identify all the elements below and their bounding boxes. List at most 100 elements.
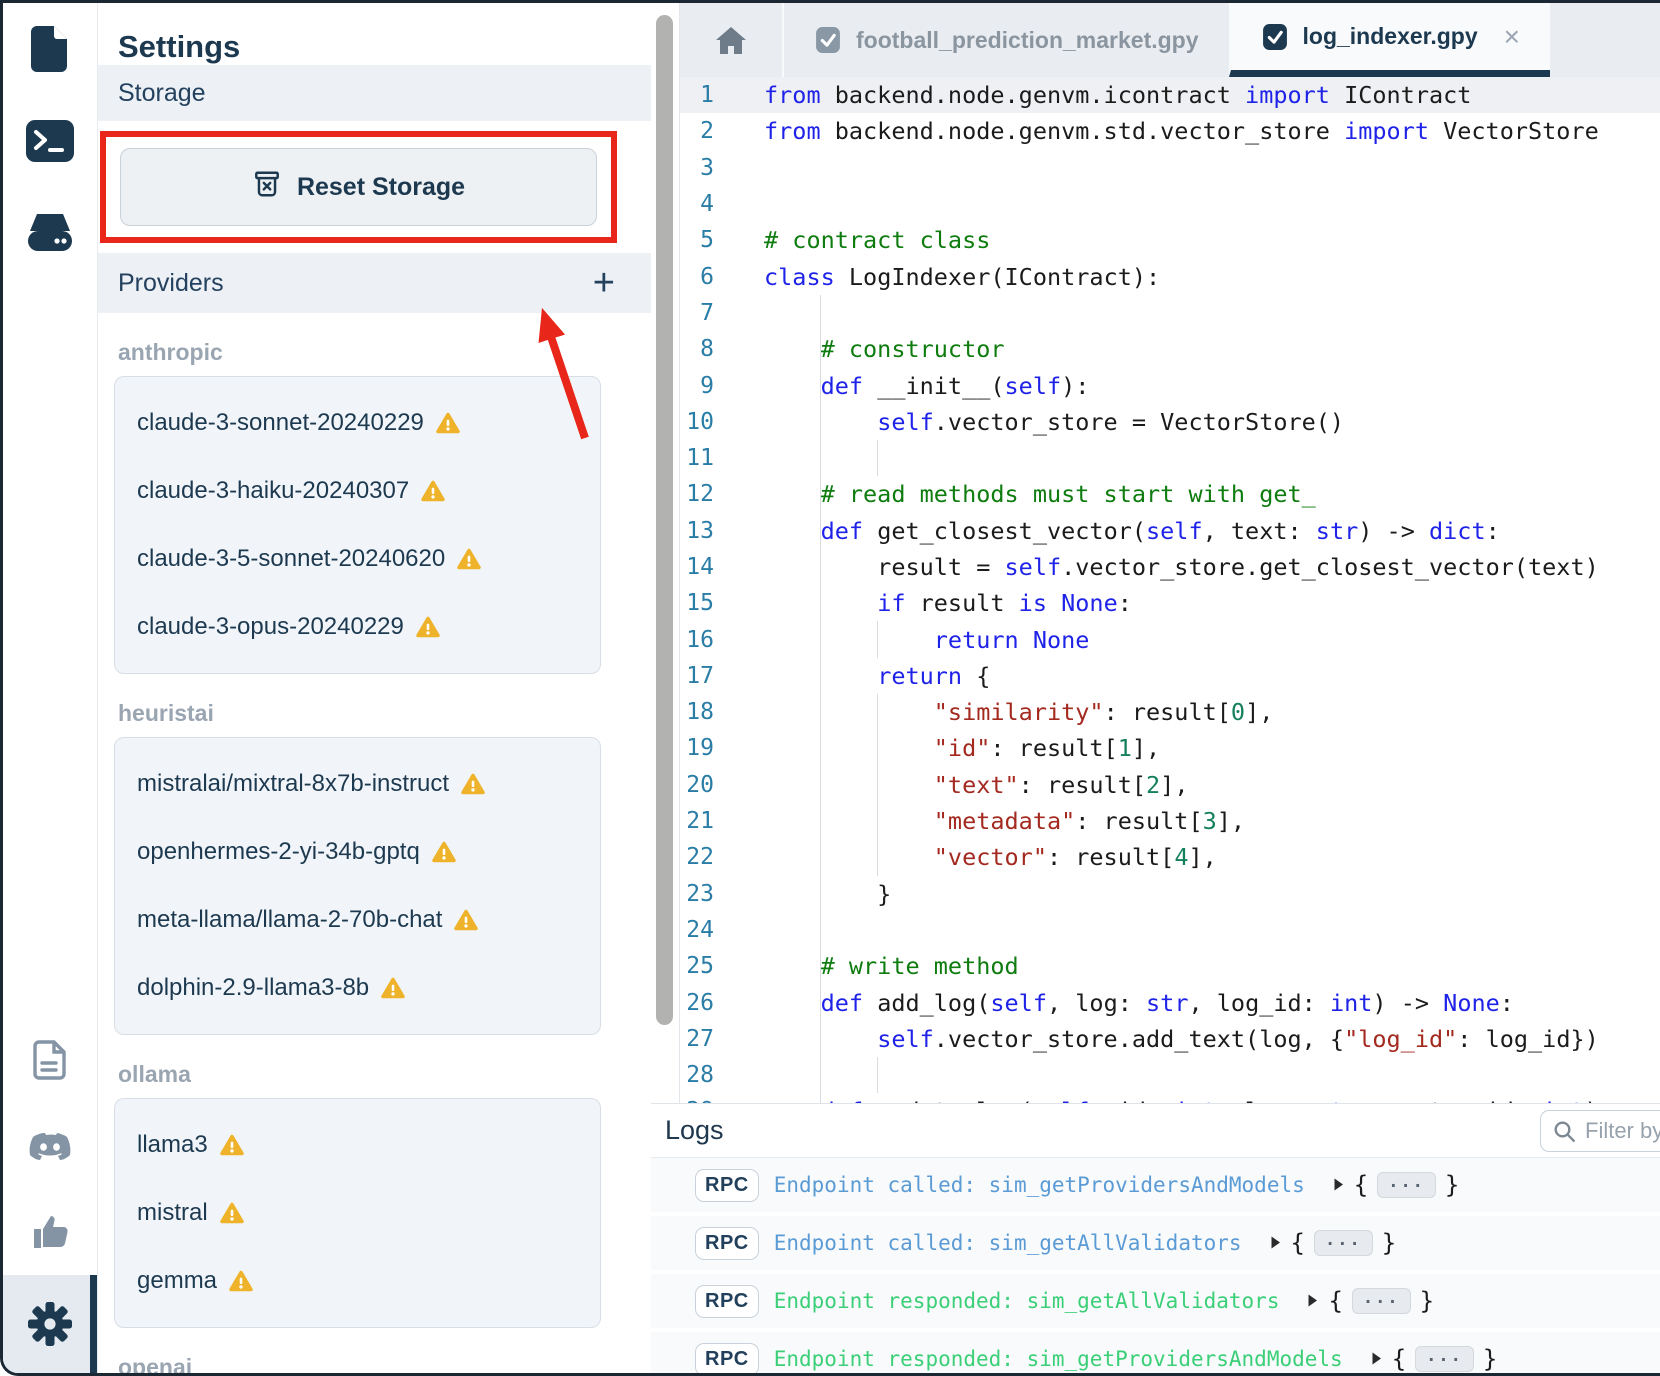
indent-guide — [877, 730, 878, 766]
model-item[interactable]: claude-3-haiku-20240307 — [115, 457, 600, 525]
brace-close: } — [1420, 1287, 1434, 1315]
ellipsis-button[interactable]: ... — [1352, 1288, 1411, 1315]
code-line: 21 "metadata": result[3], — [680, 803, 1660, 839]
code-text: } — [764, 880, 891, 908]
code-editor[interactable]: 1from backend.node.genvm.icontract impor… — [680, 77, 1660, 1103]
code-line: 6class LogIndexer(IContract): — [680, 258, 1660, 294]
code-line: 11 — [680, 440, 1660, 476]
code-text: # constructor — [764, 335, 1005, 363]
code-line: 27 self.vector_store.add_text(log, {"log… — [680, 1021, 1660, 1057]
model-item[interactable]: openhermes-2-yi-34b-gptq — [115, 818, 600, 886]
rpc-badge: RPC — [695, 1169, 759, 1202]
feedback-thumbs-up-button[interactable] — [3, 1189, 97, 1275]
rpc-badge: RPC — [695, 1343, 759, 1374]
provider-group-anthropic: claude-3-sonnet-20240229 claude-3-haiku-2… — [114, 376, 601, 674]
code-text: "metadata": result[3], — [764, 807, 1245, 835]
line-number: 9 — [680, 373, 764, 399]
model-item[interactable]: mistralai/mixtral-8x7b-instruct — [115, 750, 600, 818]
line-number: 21 — [680, 808, 764, 834]
scrollbar-thumb[interactable] — [656, 15, 673, 1025]
settings-gear-icon — [27, 1301, 73, 1347]
reset-storage-button[interactable]: Reset Storage — [120, 148, 597, 226]
code-line: 5# contract class — [680, 222, 1660, 258]
brace-open: { — [1328, 1287, 1342, 1315]
docs-button[interactable] — [3, 1017, 97, 1103]
activity-bar — [3, 3, 98, 1373]
model-label: mistralai/mixtral-8x7b-instruct — [137, 770, 449, 798]
indent-guide — [877, 839, 878, 875]
line-number: 29 — [680, 1098, 764, 1103]
terminal-button[interactable] — [3, 95, 97, 187]
line-number: 2 — [680, 118, 764, 144]
add-provider-button[interactable]: + — [593, 264, 615, 302]
ellipsis-button[interactable]: ... — [1314, 1230, 1373, 1257]
code-line: 8 # constructor — [680, 331, 1660, 367]
code-text: "similarity": result[0], — [764, 698, 1273, 726]
log-row[interactable]: RPCEndpoint responded: sim_getAllValidat… — [651, 1274, 1660, 1332]
model-item[interactable]: meta-llama/llama-2-70b-chat — [115, 886, 600, 954]
warning-icon — [436, 412, 460, 434]
model-label: mistral — [137, 1199, 208, 1227]
code-text: "id": result[1], — [764, 734, 1160, 762]
indent-guide — [877, 621, 878, 657]
app-window: Settings Storage Reset Storage Providers… — [0, 0, 1660, 1376]
log-row[interactable]: RPCEndpoint called: sim_getAllValidators… — [651, 1216, 1660, 1274]
provider-group-ollama: llama3 mistral gemma — [114, 1098, 601, 1328]
code-line: 25 # write method — [680, 948, 1660, 984]
model-label: claude-3-sonnet-20240229 — [137, 409, 424, 437]
logs-filter-input[interactable] — [1585, 1118, 1660, 1144]
indent-guide — [820, 404, 821, 440]
log-row[interactable]: RPCEndpoint responded: sim_getProvidersA… — [651, 1332, 1660, 1373]
code-line: 19 "id": result[1], — [680, 730, 1660, 766]
code-line: 16 return None — [680, 621, 1660, 657]
discord-icon — [29, 1130, 71, 1163]
tab-log_indexer.gpy[interactable]: log_indexer.gpy× — [1229, 3, 1550, 77]
log-row[interactable]: RPCEndpoint called: sim_getProvidersAndM… — [651, 1158, 1660, 1216]
indent-guide — [820, 767, 821, 803]
indent-guide — [820, 912, 821, 948]
contracts-file-icon — [27, 24, 73, 74]
home-tab-button[interactable] — [680, 3, 782, 77]
code-line: 4 — [680, 186, 1660, 222]
model-item[interactable]: claude-3-5-sonnet-20240620 — [115, 525, 600, 593]
close-tab-icon[interactable]: × — [1504, 23, 1520, 51]
contracts-file-button[interactable] — [3, 3, 97, 95]
line-number: 19 — [680, 735, 764, 761]
log-expander[interactable]: {...} — [1306, 1287, 1434, 1315]
file-check-icon — [814, 26, 842, 54]
rpc-badge: RPC — [695, 1285, 759, 1318]
warning-icon — [461, 773, 485, 795]
indent-guide — [820, 1057, 821, 1093]
indent-guide — [820, 440, 821, 476]
ellipsis-button[interactable]: ... — [1377, 1172, 1436, 1199]
log-expander[interactable]: {...} — [1370, 1345, 1498, 1373]
log-expander[interactable]: {...} — [1269, 1229, 1397, 1257]
tab-football_prediction_market.gpy[interactable]: football_prediction_market.gpy — [782, 3, 1229, 77]
line-number: 17 — [680, 663, 764, 689]
code-line: 24 — [680, 912, 1660, 948]
settings-scrollbar[interactable] — [651, 3, 679, 1103]
model-item[interactable]: dolphin-2.9-llama3-8b — [115, 954, 600, 1022]
model-item[interactable]: llama3 — [115, 1111, 600, 1179]
ellipsis-button[interactable]: ... — [1415, 1346, 1474, 1373]
model-label: gemma — [137, 1267, 217, 1295]
logs-filter[interactable] — [1540, 1110, 1660, 1152]
activity-bar-top — [3, 3, 97, 279]
discord-button[interactable] — [3, 1103, 97, 1189]
provider-group-heuristai: mistralai/mixtral-8x7b-instruct openherme… — [114, 737, 601, 1035]
code-line: 18 "similarity": result[0], — [680, 694, 1660, 730]
code-line: 26 def add_log(self, log: str, log_id: i… — [680, 984, 1660, 1020]
code-line: 2from backend.node.genvm.std.vector_stor… — [680, 113, 1660, 149]
log-expander[interactable]: {...} — [1332, 1171, 1460, 1199]
model-item[interactable]: claude-3-sonnet-20240229 — [115, 389, 600, 457]
code-text: "text": result[2], — [764, 771, 1188, 799]
line-number: 3 — [680, 155, 764, 181]
model-item[interactable]: gemma — [115, 1247, 600, 1315]
model-item[interactable]: claude-3-opus-20240229 — [115, 593, 600, 661]
model-label: meta-llama/llama-2-70b-chat — [137, 906, 442, 934]
model-item[interactable]: mistral — [115, 1179, 600, 1247]
settings-gear-button[interactable] — [3, 1275, 97, 1373]
indent-guide — [820, 585, 821, 621]
storage-drive-button[interactable] — [3, 187, 97, 279]
provider-group-label-heuristai: heuristai — [118, 700, 651, 727]
